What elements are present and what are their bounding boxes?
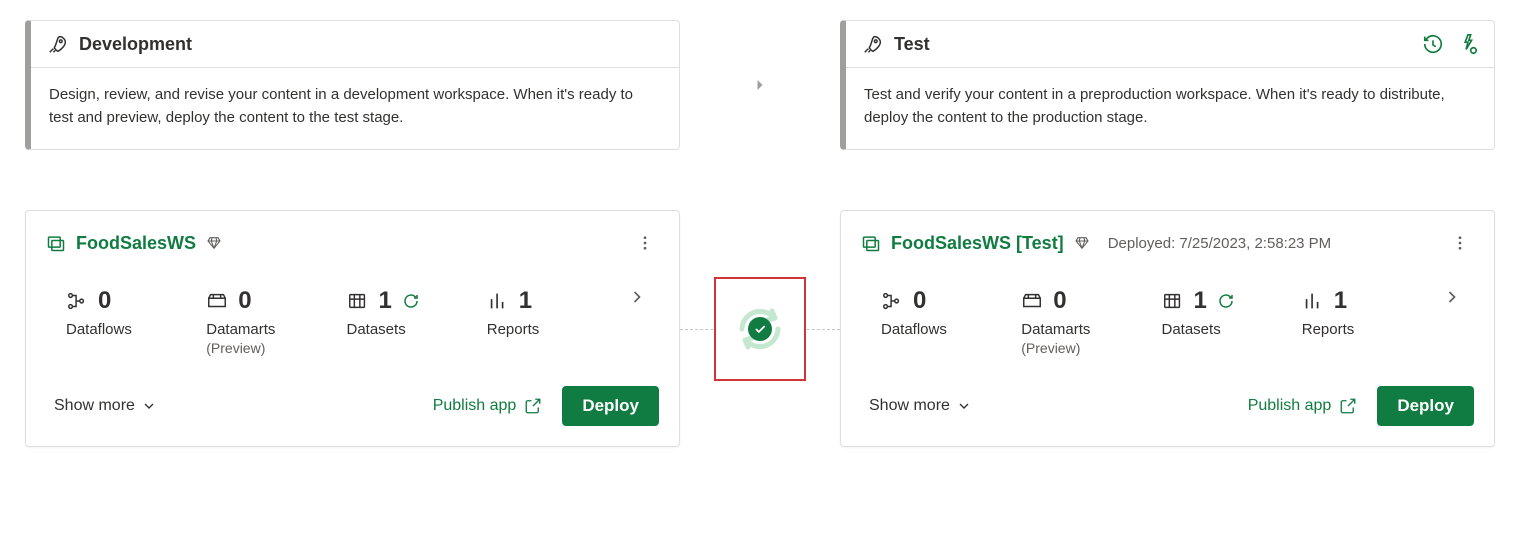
metric-dataflows: 0 Dataflows <box>881 287 1021 338</box>
metric-value: 1 <box>1334 287 1347 315</box>
metric-datasets: 1 Datasets <box>1162 287 1302 338</box>
workspace-footer: Show more Publish app Deploy <box>26 356 679 430</box>
workspace-card-dev: FoodSalesWS <box>25 210 680 447</box>
external-link-icon <box>524 397 542 415</box>
deploy-button[interactable]: Deploy <box>1377 386 1474 426</box>
workspace-card-test: FoodSalesWS [Test] Deployed: 7/25/2023, … <box>840 210 1495 447</box>
stage-description: Test and verify your content in a prepro… <box>846 68 1494 149</box>
metric-label: Reports <box>487 321 627 338</box>
more-options-button[interactable] <box>631 229 659 257</box>
refresh-icon[interactable] <box>1217 292 1235 310</box>
workspace-row: FoodSalesWS <box>0 210 1520 447</box>
diamond-icon <box>206 235 222 251</box>
metric-sublabel: (Preview) <box>1021 340 1161 356</box>
more-options-button[interactable] <box>1446 229 1474 257</box>
stage-header: Development <box>31 21 679 68</box>
show-more-label: Show more <box>54 397 135 415</box>
metric-value: 1 <box>1194 287 1207 315</box>
stage-card-test: Test Test and verif <box>840 20 1495 150</box>
stage-title: Test <box>894 34 930 55</box>
metric-label: Datasets <box>1162 321 1302 338</box>
workspace-name[interactable]: FoodSalesWS [Test] <box>891 233 1064 254</box>
history-icon[interactable] <box>1422 33 1444 55</box>
diamond-icon <box>1074 235 1090 251</box>
metric-reports: 1 Reports <box>487 287 627 338</box>
publish-app-button[interactable]: Publish app <box>1248 397 1358 415</box>
chevron-down-icon <box>956 398 972 414</box>
metric-label: Dataflows <box>66 321 206 338</box>
metric-value: 1 <box>379 287 392 315</box>
metric-label: Dataflows <box>881 321 1021 338</box>
scroll-right-button[interactable] <box>1442 287 1466 307</box>
metric-datamarts: 0 Datamarts (Preview) <box>1021 287 1161 356</box>
metric-value: 0 <box>98 287 111 315</box>
rocket-icon <box>862 33 884 55</box>
workspace-icon <box>46 233 66 253</box>
chevron-down-icon <box>141 398 157 414</box>
metric-value: 0 <box>913 287 926 315</box>
dataflow-icon <box>66 290 88 312</box>
metric-label: Reports <box>1302 321 1442 338</box>
metric-value: 1 <box>519 287 532 315</box>
report-icon <box>1302 290 1324 312</box>
metric-dataflows: 0 Dataflows <box>66 287 206 338</box>
workspace-metrics: 0 Dataflows 0 Datamarts (Preview) <box>26 265 679 356</box>
stage-header-actions <box>1422 33 1478 55</box>
report-icon <box>487 290 509 312</box>
metric-reports: 1 Reports <box>1302 287 1442 338</box>
refresh-icon[interactable] <box>402 292 420 310</box>
stage-card-development: Development Design, review, and revise y… <box>25 20 680 150</box>
metric-label: Datasets <box>347 321 487 338</box>
metric-datasets: 1 Datasets <box>347 287 487 338</box>
metric-value: 0 <box>238 287 251 315</box>
stage-header-row: Development Design, review, and revise y… <box>0 20 1520 150</box>
datamart-icon <box>206 290 228 312</box>
settings-bolt-icon[interactable] <box>1456 33 1478 55</box>
chevron-right-icon <box>750 75 770 95</box>
stage-header: Test <box>846 21 1494 68</box>
workspace-footer: Show more Publish app Deploy <box>841 356 1494 430</box>
stage-title: Development <box>79 34 192 55</box>
deployed-timestamp: Deployed: 7/25/2023, 2:58:23 PM <box>1108 235 1332 252</box>
stage-description: Design, review, and revise your content … <box>31 68 679 149</box>
metric-label: Datamarts <box>1021 321 1161 338</box>
datamart-icon <box>1021 290 1043 312</box>
dataset-icon <box>347 290 369 312</box>
publish-app-label: Publish app <box>433 397 517 415</box>
stage-separator <box>680 75 840 95</box>
dataset-icon <box>1162 290 1184 312</box>
scroll-right-button[interactable] <box>627 287 651 307</box>
sync-icon[interactable] <box>732 301 788 357</box>
metric-value: 0 <box>1053 287 1066 315</box>
metric-sublabel: (Preview) <box>206 340 346 356</box>
workspace-icon <box>861 233 881 253</box>
show-more-button[interactable]: Show more <box>54 397 157 415</box>
dataflow-icon <box>881 290 903 312</box>
show-more-button[interactable]: Show more <box>869 397 972 415</box>
publish-app-button[interactable]: Publish app <box>433 397 543 415</box>
compare-highlight-box <box>714 277 806 381</box>
workspace-name[interactable]: FoodSalesWS <box>76 233 196 254</box>
metric-label: Datamarts <box>206 321 346 338</box>
external-link-icon <box>1339 397 1357 415</box>
compare-status-gap <box>680 277 840 381</box>
workspace-header: FoodSalesWS <box>26 211 679 265</box>
deploy-button[interactable]: Deploy <box>562 386 659 426</box>
workspace-header: FoodSalesWS [Test] Deployed: 7/25/2023, … <box>841 211 1494 265</box>
rocket-icon <box>47 33 69 55</box>
workspace-metrics: 0 Dataflows 0 Datamarts (Preview) <box>841 265 1494 356</box>
show-more-label: Show more <box>869 397 950 415</box>
metric-datamarts: 0 Datamarts (Preview) <box>206 287 346 356</box>
publish-app-label: Publish app <box>1248 397 1332 415</box>
check-icon <box>748 317 772 341</box>
